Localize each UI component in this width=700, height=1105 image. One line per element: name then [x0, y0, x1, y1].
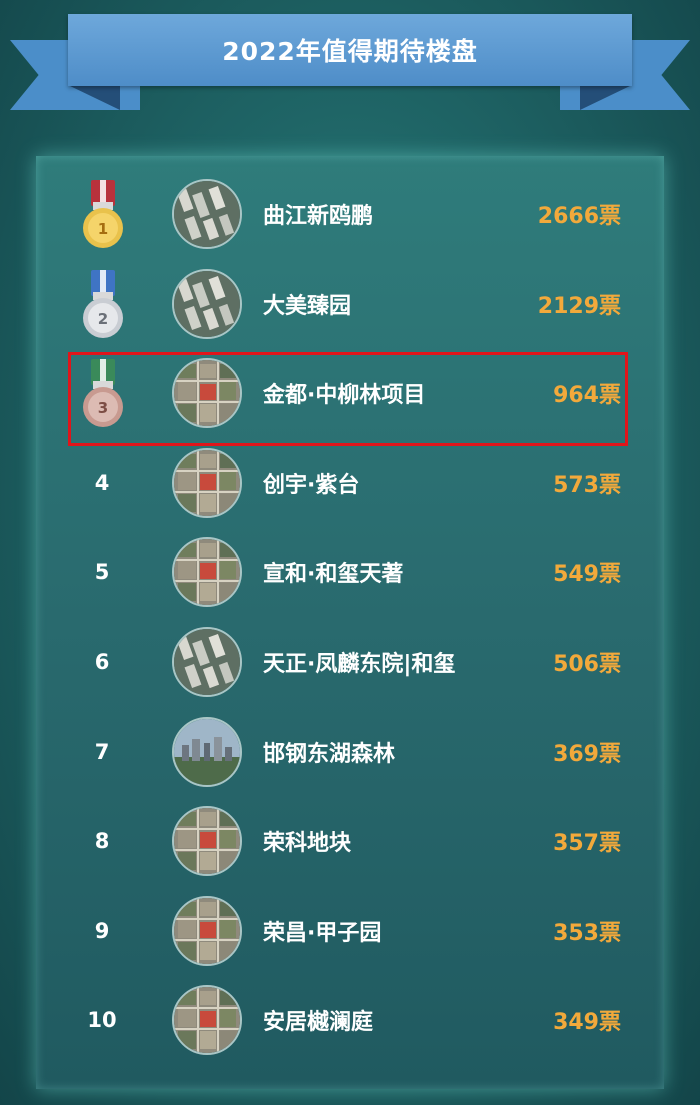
project-name: 邯钢东湖森林	[263, 741, 396, 767]
project-thumbnail	[172, 627, 242, 697]
ranking-row: 2 大美臻园 2129票	[36, 264, 664, 344]
bronze-medal-icon: 3	[81, 357, 125, 429]
project-thumbnail	[172, 716, 242, 787]
rank-number: 8	[94, 829, 110, 854]
vote-count: 357票	[553, 831, 621, 857]
project-name: 宣和·和玺天著	[263, 562, 404, 588]
ranking-row: 8 荣科地块 357票	[36, 801, 664, 881]
ranking-row: 6 天正·凤麟东院|和玺 506票	[36, 622, 664, 702]
ranking-row: 10 安居樾澜庭 349票	[36, 980, 664, 1060]
project-name: 荣昌·甲子园	[263, 920, 382, 946]
project-name: 创宇·紫台	[263, 472, 360, 498]
project-name: 安居樾澜庭	[263, 1010, 374, 1036]
vote-count: 2129票	[537, 293, 621, 319]
vote-count: 964票	[553, 383, 621, 409]
vote-count: 369票	[553, 741, 621, 767]
rank-number: 10	[87, 1008, 117, 1033]
project-thumbnail	[172, 537, 242, 608]
gold-medal-icon: 1	[81, 178, 125, 250]
project-thumbnail	[172, 985, 242, 1056]
ranking-row: 7 邯钢东湖森林 369票	[36, 712, 664, 792]
vote-count: 506票	[553, 652, 621, 677]
rank-number: 4	[94, 470, 110, 495]
vote-count: 353票	[553, 920, 621, 946]
ranking-row: 9 荣昌·甲子园 353票	[36, 891, 664, 971]
rank-number: 9	[94, 918, 110, 943]
project-name: 大美臻园	[263, 293, 352, 319]
vote-count: 549票	[553, 562, 621, 588]
svg-text:3: 3	[98, 399, 108, 417]
ranking-row: 3 金都·中柳林项目 964票	[36, 353, 664, 433]
ranking-row: 1 曲江新鸥鹏 2666票	[36, 174, 664, 254]
project-thumbnail	[172, 358, 242, 429]
project-thumbnail	[172, 268, 242, 339]
project-name: 荣科地块	[263, 831, 352, 857]
project-thumbnail	[172, 895, 242, 966]
project-name: 金都·中柳林项目	[263, 383, 426, 409]
silver-medal-icon: 2	[81, 268, 125, 340]
rank-number: 7	[94, 739, 110, 764]
project-thumbnail	[172, 179, 242, 249]
project-name: 曲江新鸥鹏	[263, 204, 374, 229]
rank-number: 5	[94, 560, 110, 585]
ranking-panel: 1 曲江新鸥鹏 2666票 2 大美臻园 2129票 3 金都·中柳林项目 96…	[36, 156, 664, 1089]
vote-count: 2666票	[537, 204, 621, 229]
page-title: 2022年值得期待楼盘	[222, 37, 478, 66]
title-banner: 2022年值得期待楼盘	[0, 0, 700, 120]
project-name: 天正·凤麟东院|和玺	[263, 652, 456, 677]
ranking-row: 5 宣和·和玺天著 549票	[36, 532, 664, 612]
svg-text:1: 1	[98, 220, 108, 238]
vote-count: 573票	[553, 472, 621, 498]
ranking-row: 4 创宇·紫台 573票	[36, 443, 664, 523]
banner-main: 2022年值得期待楼盘	[68, 14, 632, 86]
project-thumbnail	[172, 447, 242, 518]
vote-count: 349票	[553, 1010, 621, 1036]
svg-text:2: 2	[98, 310, 108, 328]
project-thumbnail	[172, 806, 242, 877]
rank-number: 6	[94, 650, 110, 674]
